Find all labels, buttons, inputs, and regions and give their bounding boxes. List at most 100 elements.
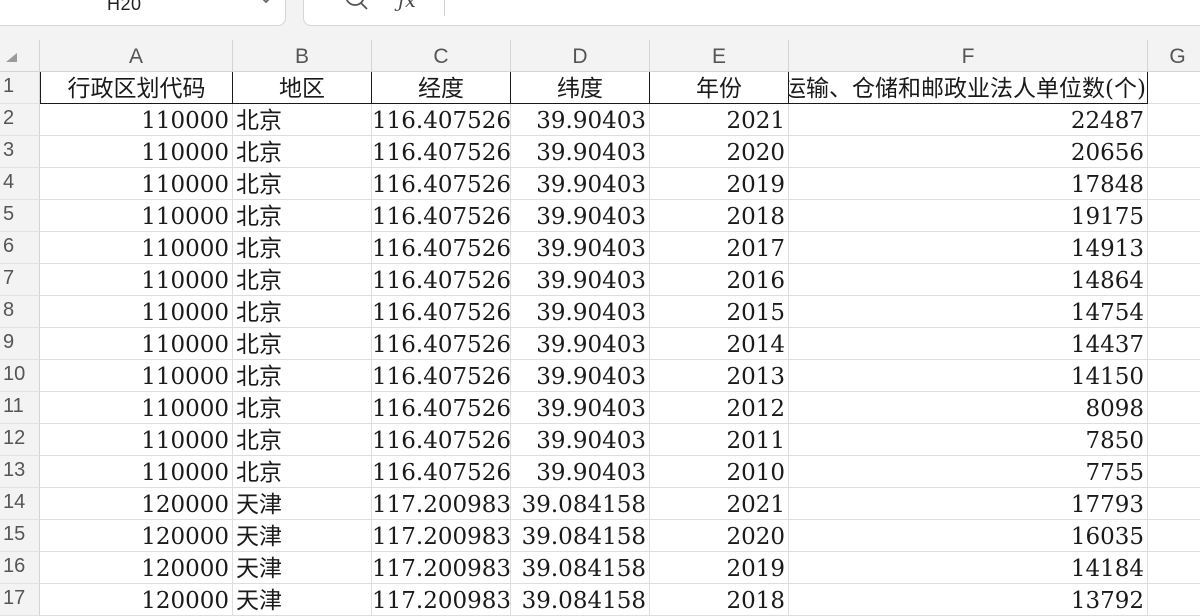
column-header-c[interactable]: C (372, 40, 511, 72)
empty-cell[interactable] (1148, 296, 1200, 328)
row-header[interactable]: 7 (0, 264, 40, 296)
column-header-f[interactable]: F (789, 40, 1148, 72)
row-header[interactable]: 9 (0, 328, 40, 360)
table-cell[interactable]: 110000 (40, 424, 233, 456)
row-header[interactable]: 3 (0, 136, 40, 168)
table-cell[interactable]: 2015 (650, 296, 789, 328)
row-header[interactable]: 6 (0, 232, 40, 264)
empty-cell[interactable] (1148, 584, 1200, 616)
table-cell[interactable]: 北京 (233, 104, 372, 136)
table-cell[interactable]: 116.407526 (372, 424, 511, 456)
empty-cell[interactable] (1148, 72, 1200, 104)
header-cell[interactable]: 地区 (233, 72, 372, 104)
table-cell[interactable]: 2010 (650, 456, 789, 488)
empty-cell[interactable] (1148, 328, 1200, 360)
empty-cell[interactable] (1148, 392, 1200, 424)
row-header[interactable]: 16 (0, 552, 40, 584)
table-cell[interactable]: 2021 (650, 104, 789, 136)
chevron-down-icon[interactable] (256, 0, 276, 12)
table-cell[interactable]: 2019 (650, 168, 789, 200)
table-cell[interactable]: 116.407526 (372, 200, 511, 232)
table-cell[interactable]: 110000 (40, 392, 233, 424)
row-header[interactable]: 12 (0, 424, 40, 456)
table-cell[interactable]: 39.90403 (511, 456, 650, 488)
table-cell[interactable]: 天津 (233, 552, 372, 584)
table-cell[interactable]: 7755 (789, 456, 1148, 488)
empty-cell[interactable] (1148, 264, 1200, 296)
table-cell[interactable]: 北京 (233, 168, 372, 200)
table-cell[interactable]: 116.407526 (372, 168, 511, 200)
table-cell[interactable]: 2020 (650, 520, 789, 552)
spreadsheet-grid[interactable]: A B C D E F G 1 行政区划代码 地区 经度 纬度 年份 运输、仓储和邮政业法人单位数(个) 2… (0, 40, 1200, 616)
table-cell[interactable]: 2020 (650, 136, 789, 168)
table-cell[interactable]: 39.90403 (511, 200, 650, 232)
header-cell[interactable]: 运输、仓储和邮政业法人单位数(个) (789, 72, 1148, 104)
table-cell[interactable]: 116.407526 (372, 392, 511, 424)
row-header[interactable]: 2 (0, 104, 40, 136)
empty-cell[interactable] (1148, 488, 1200, 520)
table-cell[interactable]: 14913 (789, 232, 1148, 264)
table-cell[interactable]: 39.084158 (511, 552, 650, 584)
row-header[interactable]: 14 (0, 488, 40, 520)
table-cell[interactable]: 39.90403 (511, 392, 650, 424)
table-cell[interactable]: 120000 (40, 488, 233, 520)
column-header-b[interactable]: B (233, 40, 372, 72)
row-header[interactable]: 15 (0, 520, 40, 552)
header-cell[interactable]: 经度 (372, 72, 511, 104)
row-header[interactable]: 11 (0, 392, 40, 424)
empty-cell[interactable] (1148, 456, 1200, 488)
empty-cell[interactable] (1148, 520, 1200, 552)
table-cell[interactable]: 14754 (789, 296, 1148, 328)
table-cell[interactable]: 北京 (233, 200, 372, 232)
row-header[interactable]: 8 (0, 296, 40, 328)
table-cell[interactable]: 天津 (233, 488, 372, 520)
table-cell[interactable]: 北京 (233, 456, 372, 488)
header-cell[interactable]: 纬度 (511, 72, 650, 104)
table-cell[interactable]: 2017 (650, 232, 789, 264)
table-cell[interactable]: 39.90403 (511, 296, 650, 328)
table-cell[interactable]: 39.90403 (511, 104, 650, 136)
zoom-magnifier-icon[interactable] (342, 0, 372, 20)
table-cell[interactable]: 39.90403 (511, 232, 650, 264)
table-cell[interactable]: 116.407526 (372, 104, 511, 136)
table-cell[interactable]: 2012 (650, 392, 789, 424)
table-cell[interactable]: 116.407526 (372, 360, 511, 392)
table-cell[interactable]: 北京 (233, 392, 372, 424)
table-cell[interactable]: 北京 (233, 424, 372, 456)
table-cell[interactable]: 13792 (789, 584, 1148, 616)
table-cell[interactable]: 39.90403 (511, 264, 650, 296)
table-cell[interactable]: 39.90403 (511, 328, 650, 360)
table-cell[interactable]: 14184 (789, 552, 1148, 584)
table-cell[interactable]: 天津 (233, 520, 372, 552)
table-cell[interactable]: 19175 (789, 200, 1148, 232)
table-cell[interactable]: 8098 (789, 392, 1148, 424)
table-cell[interactable]: 110000 (40, 104, 233, 136)
header-cell[interactable]: 年份 (650, 72, 789, 104)
table-cell[interactable]: 天津 (233, 584, 372, 616)
table-cell[interactable]: 17848 (789, 168, 1148, 200)
table-cell[interactable]: 110000 (40, 360, 233, 392)
table-cell[interactable]: 2021 (650, 488, 789, 520)
row-header[interactable]: 1 (0, 72, 40, 104)
table-cell[interactable]: 120000 (40, 552, 233, 584)
formula-input[interactable] (303, 0, 1200, 26)
table-cell[interactable]: 20656 (789, 136, 1148, 168)
table-cell[interactable]: 22487 (789, 104, 1148, 136)
empty-cell[interactable] (1148, 104, 1200, 136)
table-cell[interactable]: 120000 (40, 520, 233, 552)
table-cell[interactable]: 14864 (789, 264, 1148, 296)
row-header[interactable]: 13 (0, 456, 40, 488)
table-cell[interactable]: 14437 (789, 328, 1148, 360)
header-cell[interactable]: 行政区划代码 (40, 72, 233, 104)
table-cell[interactable]: 110000 (40, 200, 233, 232)
select-all-corner[interactable] (0, 40, 40, 72)
table-cell[interactable]: 2018 (650, 200, 789, 232)
table-cell[interactable]: 116.407526 (372, 328, 511, 360)
table-cell[interactable]: 17793 (789, 488, 1148, 520)
table-cell[interactable]: 2019 (650, 552, 789, 584)
fx-icon[interactable]: ƒx (398, 0, 416, 12)
row-header[interactable]: 10 (0, 360, 40, 392)
table-cell[interactable]: 120000 (40, 584, 233, 616)
table-cell[interactable]: 14150 (789, 360, 1148, 392)
table-cell[interactable]: 北京 (233, 360, 372, 392)
